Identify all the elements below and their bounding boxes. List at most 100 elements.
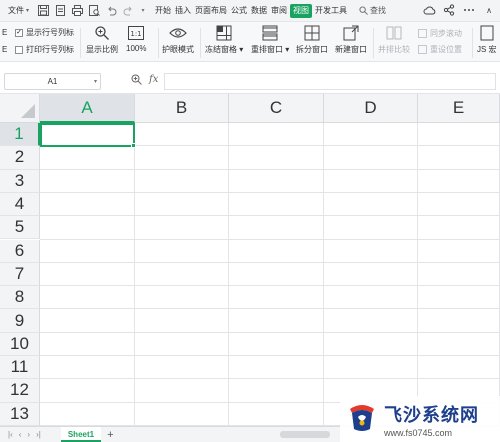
compare-side-by-side-button[interactable]: 并排比较: [378, 25, 410, 55]
column-header-a[interactable]: A: [40, 94, 135, 123]
tab-developer[interactable]: 开发工具: [313, 4, 349, 18]
grid-row-line: [40, 238, 500, 240]
name-box-value: A1: [47, 77, 58, 86]
sheet-navigation: |‹ ‹ › ›|: [8, 430, 41, 439]
reset-position-button[interactable]: 重设位置: [418, 44, 462, 55]
tab-review[interactable]: 审阅: [269, 4, 289, 18]
new-window-button[interactable]: 新建窗口: [335, 25, 367, 55]
column-header-d[interactable]: D: [324, 94, 418, 123]
add-sheet-button[interactable]: +: [107, 429, 113, 441]
row-header-13[interactable]: 13: [0, 402, 40, 426]
eye-protection-label: 护眼模式: [162, 45, 194, 54]
chevron-down-icon[interactable]: ▾: [94, 78, 97, 85]
watermark-title: 飞沙系统网: [384, 404, 479, 426]
row-header-11[interactable]: 11: [0, 356, 40, 380]
select-all-triangle-icon: [21, 104, 35, 118]
column-header-c[interactable]: C: [229, 94, 324, 123]
split-window-label: 拆分窗口: [296, 45, 328, 54]
tab-home[interactable]: 开始: [153, 4, 173, 18]
zoom-icon: [93, 25, 111, 41]
file-menu-button[interactable]: 文件 ▾: [6, 3, 31, 19]
undo-icon[interactable]: [105, 4, 118, 17]
sheet-tab-sheet1[interactable]: Sheet1: [60, 427, 102, 442]
active-cell-a1[interactable]: [40, 123, 136, 148]
arrange-windows-button[interactable]: 重排窗口 ▾: [251, 25, 289, 55]
column-header-e[interactable]: E: [418, 94, 500, 123]
row-header-1[interactable]: 1: [0, 123, 40, 147]
print-preview-icon[interactable]: [88, 4, 101, 17]
zoom-label: 显示比例: [86, 45, 118, 54]
search-icon: [359, 6, 368, 15]
last-sheet-icon[interactable]: ›|: [36, 430, 41, 439]
spreadsheet-grid[interactable]: A B C D E 1 2 3 4 5 6 7 8 9 10 11 12 13: [0, 94, 500, 426]
split-window-icon: [303, 25, 321, 41]
horizontal-scrollbar[interactable]: [280, 431, 330, 438]
more-options-icon[interactable]: [462, 3, 476, 17]
grid-row-line: [40, 261, 500, 263]
redo-icon[interactable]: [122, 4, 135, 17]
print-row-col-headers-checkbox[interactable]: 打印行号列标: [15, 44, 74, 55]
collapse-ribbon-icon[interactable]: ∧: [482, 3, 496, 17]
sync-scroll-icon: [418, 29, 427, 38]
ribbon-divider: [200, 28, 201, 58]
next-sheet-icon[interactable]: ›: [27, 430, 30, 439]
search-button[interactable]: 查找: [359, 5, 386, 16]
row-header-9[interactable]: 9: [0, 309, 40, 333]
freeze-panes-button[interactable]: 冻结窗格 ▾: [205, 25, 243, 55]
row-header-6[interactable]: 6: [0, 239, 40, 263]
split-window-button[interactable]: 拆分窗口: [296, 25, 328, 55]
formula-tools: fx: [131, 74, 158, 85]
print-icon[interactable]: [71, 4, 84, 17]
row-header-12[interactable]: 12: [0, 379, 40, 403]
first-sheet-icon[interactable]: |‹: [8, 430, 13, 439]
row-header-5[interactable]: 5: [0, 216, 40, 240]
site-watermark: 飞沙系统网 www.fs0745.com: [340, 396, 500, 442]
zoom-100-button[interactable]: 1:1 100%: [126, 25, 146, 53]
insert-function-icon[interactable]: fx: [149, 74, 158, 85]
cloud-sync-icon[interactable]: [422, 3, 436, 17]
freeze-panes-label: 冻结窗格 ▾: [205, 45, 244, 54]
site-logo: [346, 403, 378, 435]
eye-icon: [169, 25, 187, 41]
watermark-text: 飞沙系统网 www.fs0745.com: [384, 401, 479, 438]
tab-view[interactable]: 视图: [290, 3, 313, 18]
reset-position-label: 重设位置: [430, 45, 462, 54]
row-header-3[interactable]: 3: [0, 169, 40, 193]
row-header-8[interactable]: 8: [0, 286, 40, 310]
row-header-4[interactable]: 4: [0, 192, 40, 217]
chevron-down-icon[interactable]: ▾: [139, 4, 147, 17]
titlebar-actions: ∧: [422, 3, 496, 17]
search-label: 查找: [370, 6, 387, 15]
file-menu-label: 文件: [8, 6, 24, 15]
tab-insert[interactable]: 插入: [173, 4, 193, 18]
eye-protection-button[interactable]: 护眼模式: [162, 25, 194, 55]
tab-formulas[interactable]: 公式: [229, 4, 249, 18]
js-macro-button[interactable]: JS 宏: [477, 25, 497, 55]
zoom-100-label: 100%: [126, 44, 147, 53]
zoom-search-icon[interactable]: [131, 74, 142, 85]
sync-scroll-button[interactable]: 同步滚动: [418, 28, 462, 39]
export-pdf-icon[interactable]: [54, 4, 67, 17]
prev-sheet-icon[interactable]: ‹: [19, 430, 22, 439]
row-header-2[interactable]: 2: [0, 146, 40, 170]
fill-handle[interactable]: [131, 143, 136, 148]
row-header-7[interactable]: 7: [0, 262, 40, 287]
tab-page-layout[interactable]: 页面布局: [193, 4, 229, 18]
column-header-b[interactable]: B: [135, 94, 229, 123]
grid-row-line: [40, 168, 500, 170]
show-row-col-headers-checkbox[interactable]: ✓ 显示行号列标: [15, 27, 74, 38]
js-macro-label: JS 宏: [477, 45, 497, 54]
show-row-col-headers-label: 显示行号列标: [26, 28, 74, 37]
grid-row-line: [40, 191, 500, 193]
formula-input[interactable]: [164, 73, 496, 90]
grid-row-line: [40, 308, 500, 310]
row-header-10[interactable]: 10: [0, 332, 40, 356]
share-icon[interactable]: [442, 3, 456, 17]
zoom-button[interactable]: 显示比例: [86, 25, 118, 55]
sync-scroll-label: 同步滚动: [430, 29, 462, 38]
tab-data[interactable]: 数据: [249, 4, 269, 18]
save-icon[interactable]: [37, 4, 50, 17]
name-box[interactable]: A1 ▾: [4, 73, 101, 90]
select-all-corner[interactable]: [0, 94, 40, 123]
grid-row-line: [40, 215, 500, 217]
